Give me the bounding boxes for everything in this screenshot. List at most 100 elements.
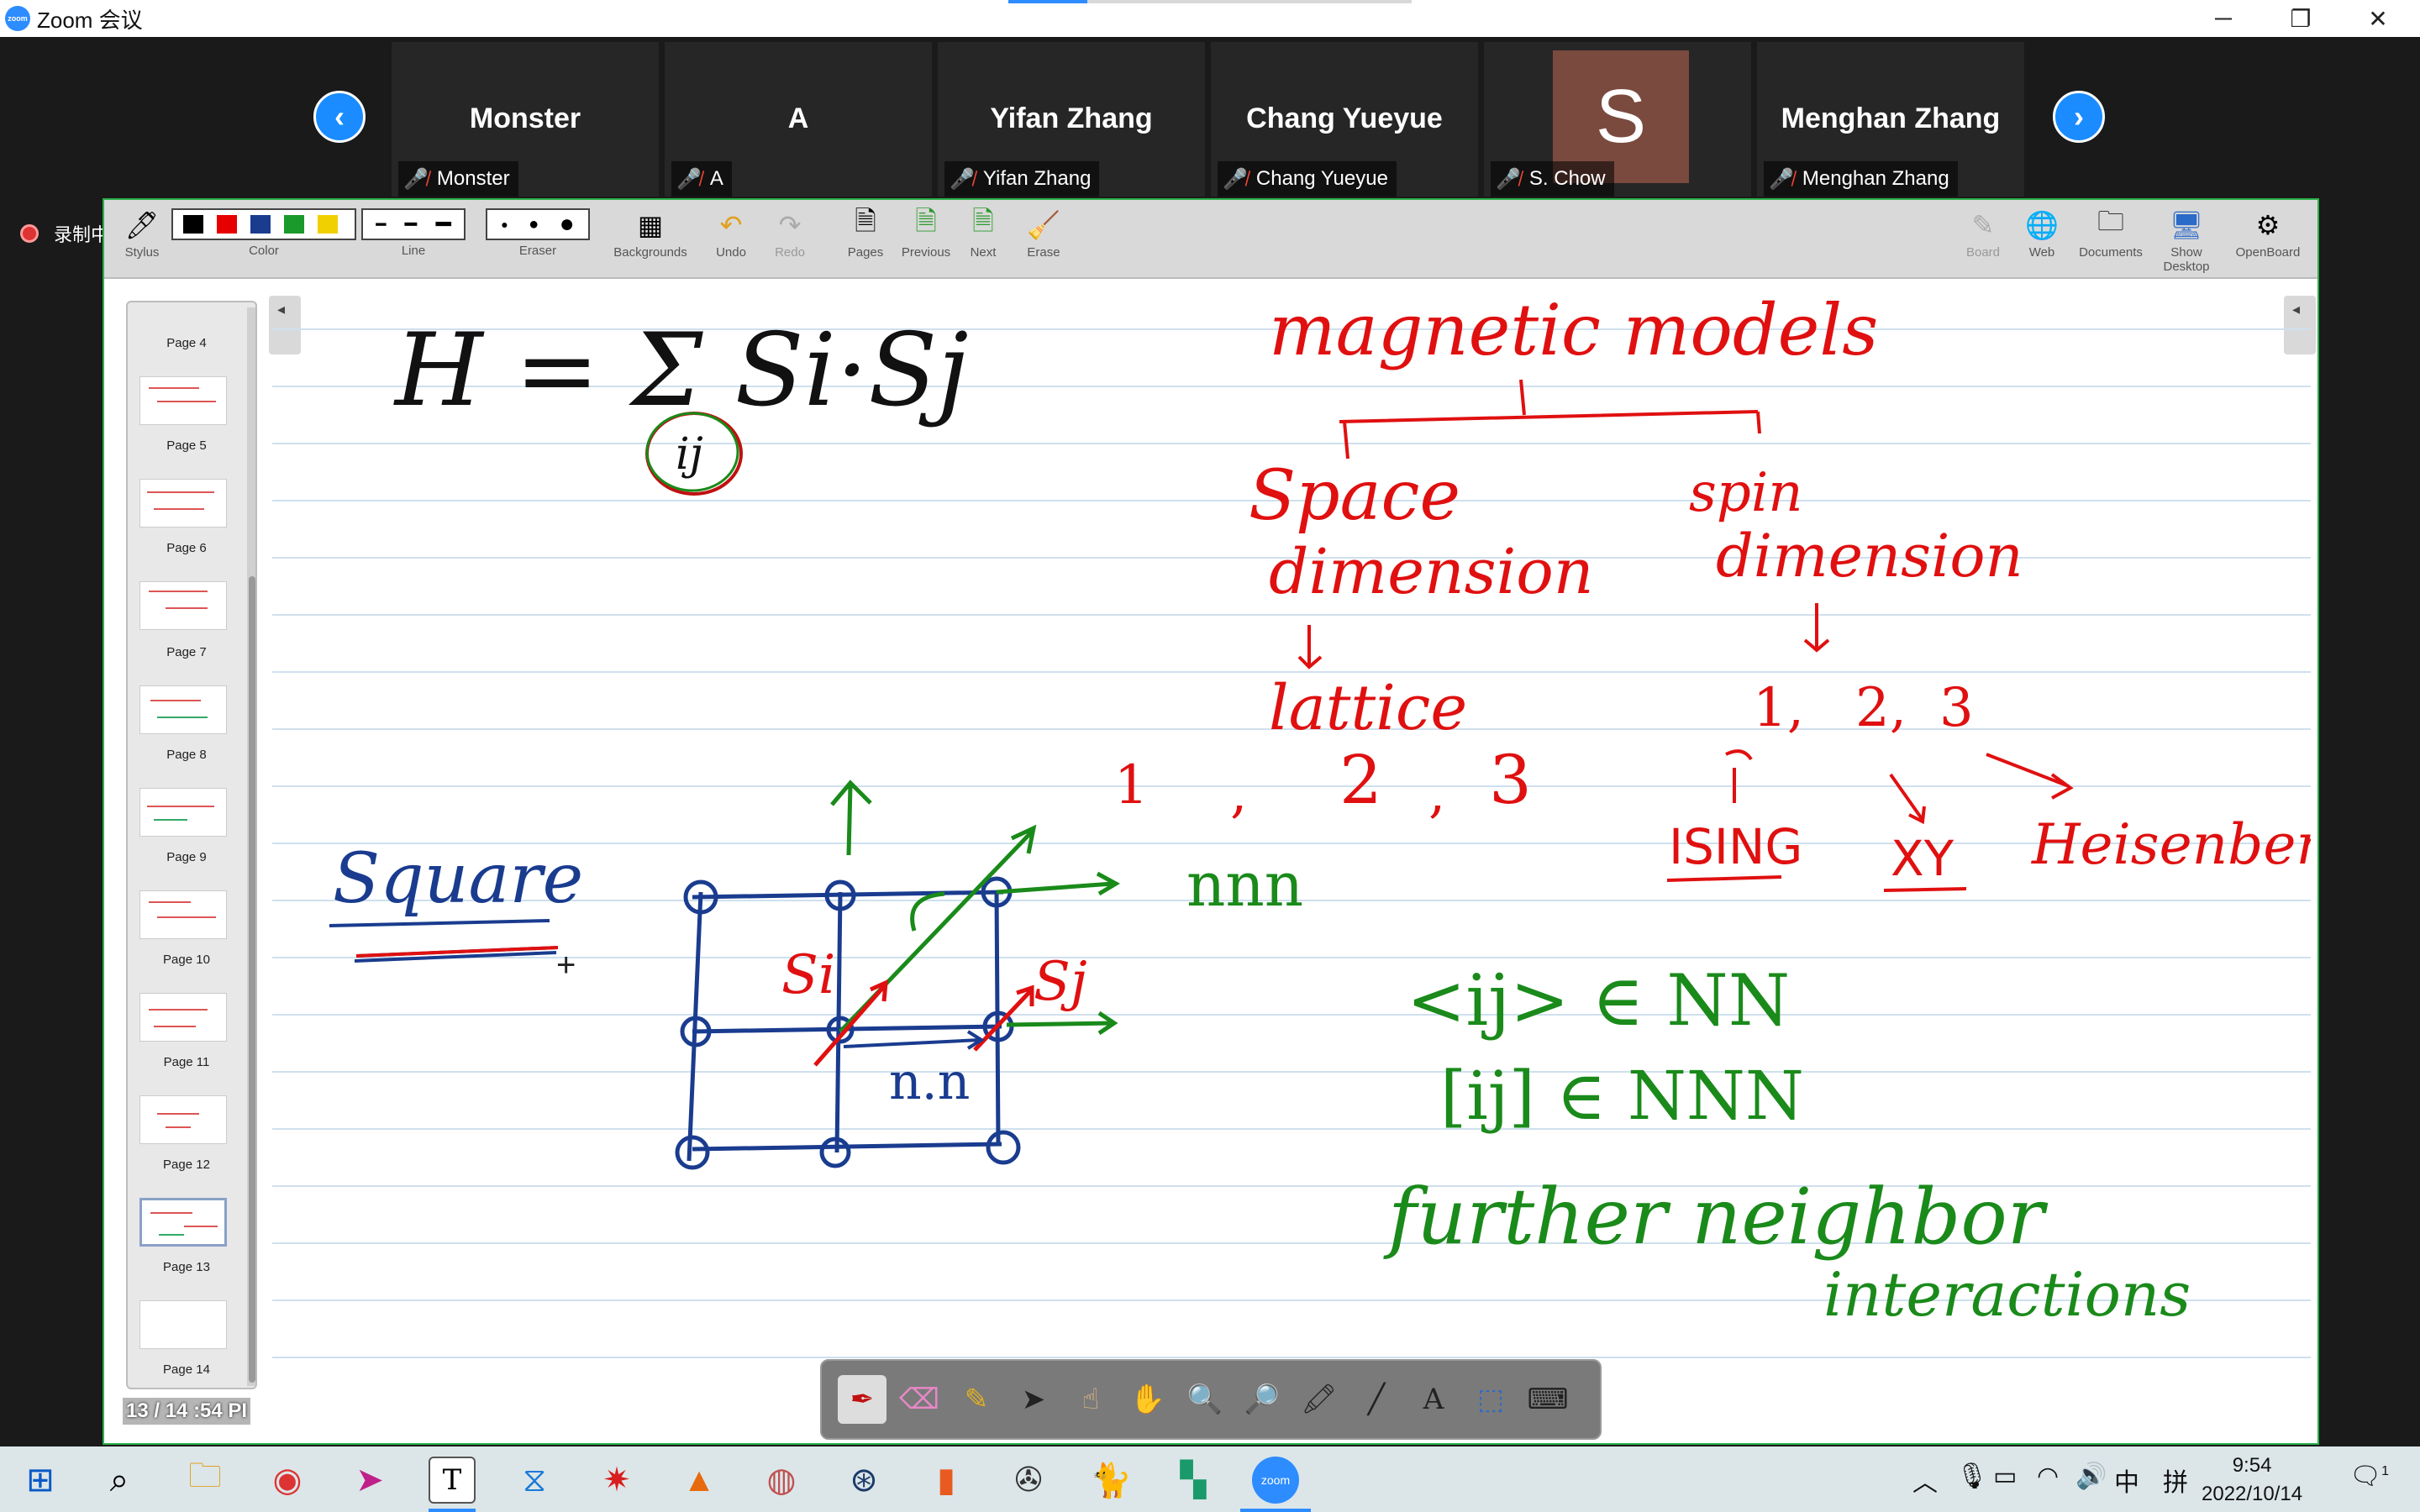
marker-tool[interactable]: ✎: [952, 1375, 1001, 1424]
app-send-button[interactable]: ➤: [346, 1457, 393, 1504]
zoom-taskbar-button[interactable]: zoom: [1252, 1457, 1299, 1504]
page-thumbnail[interactable]: [139, 1300, 227, 1349]
file-explorer-button[interactable]: 🗀: [182, 1457, 229, 1504]
color-swatch[interactable]: [282, 213, 306, 235]
participant-tile[interactable]: Yifan Zhang 🎤̸ Yifan Zhang: [938, 42, 1205, 197]
app-green-button[interactable]: ▚: [1170, 1457, 1217, 1504]
eraser-large-icon[interactable]: ●: [560, 210, 575, 239]
minimize-button[interactable]: ─: [2185, 0, 2262, 37]
line-thin-icon[interactable]: ━: [376, 214, 386, 235]
gallery-next-button[interactable]: ›: [2053, 91, 2105, 143]
typora-button[interactable]: T: [429, 1457, 476, 1504]
documents-button[interactable]: 🗀 Documents: [2075, 206, 2146, 260]
pen-tool[interactable]: ✒: [838, 1375, 886, 1424]
page-thumbnail[interactable]: [139, 1095, 227, 1144]
page-thumbnail[interactable]: [139, 788, 227, 837]
participant-tile[interactable]: Menghan Zhang 🎤̸ Menghan Zhang: [1757, 42, 2024, 197]
interact-tool[interactable]: ☝: [1066, 1375, 1115, 1424]
line-tool[interactable]: ╱: [1352, 1375, 1401, 1424]
window-titlebar: zoom Zoom 会议 ─ ❐ ✕: [0, 0, 2420, 37]
nnn-label: nnn: [1186, 849, 1303, 920]
eraser-small-icon[interactable]: ●: [501, 218, 508, 231]
laser-pointer-tool[interactable]: 🖍: [1295, 1375, 1344, 1424]
web-button[interactable]: 🌐 Web: [2017, 208, 2067, 260]
lattice-label: lattice: [1269, 672, 1467, 744]
color-swatch[interactable]: [316, 213, 339, 235]
nnn-set: [ij] ∈ NNN: [1440, 1057, 1804, 1135]
eraser-medium-icon[interactable]: ●: [529, 215, 539, 234]
app-wheel-button[interactable]: ✇: [1005, 1457, 1052, 1504]
notifications-button[interactable]: 🗨1: [2349, 1462, 2389, 1491]
previous-page-button[interactable]: 🗎 Previous: [899, 206, 953, 260]
eraser-tool[interactable]: ⌫: [895, 1375, 944, 1424]
hand-tool[interactable]: ✋: [1123, 1375, 1172, 1424]
chrome-button[interactable]: ◉: [264, 1457, 311, 1504]
restore-button[interactable]: ❐: [2262, 0, 2339, 37]
page-thumbnail[interactable]: [139, 890, 227, 939]
ime-pinyin[interactable]: 拼: [2163, 1462, 2188, 1499]
steam-button[interactable]: ⊛: [840, 1457, 887, 1504]
eraser-size-picker[interactable]: ● ● ● Eraser: [486, 208, 590, 258]
page-thumbnail[interactable]: [139, 376, 227, 425]
page-thumbnail[interactable]: [139, 993, 227, 1042]
line-width-picker[interactable]: ━ ━ ━ Line: [361, 208, 466, 258]
stylus-tool[interactable]: 🖊 Stylus: [113, 208, 171, 260]
undo-button[interactable]: ↶ Undo: [706, 208, 756, 260]
scrollbar-thumb[interactable]: [249, 576, 255, 1383]
recording-indicator[interactable]: 录制中: [20, 220, 109, 247]
openboard-menu-button[interactable]: ⚙ OpenBoard: [2230, 208, 2306, 260]
pages-button[interactable]: 🗎 Pages: [840, 206, 891, 260]
page-thumbnail[interactable]: [139, 581, 227, 630]
system-clock[interactable]: 9:54 2022/10/14: [2202, 1452, 2302, 1509]
whiteboard-page[interactable]: H = Σ Si·Sj ij magnetic models Space dim…: [272, 279, 2311, 1443]
line-medium-icon[interactable]: ━: [405, 213, 417, 237]
color-picker[interactable]: Color: [171, 208, 356, 258]
page-list-scrollbar[interactable]: [247, 307, 255, 1386]
capture-tool[interactable]: ⬚: [1466, 1375, 1515, 1424]
color-swatch[interactable]: [215, 213, 239, 235]
participant-tile[interactable]: Monster 🎤̸ Monster: [392, 42, 659, 197]
board-button[interactable]: ✎ Board: [1958, 208, 2008, 260]
zoom-out-tool[interactable]: 🔎: [1238, 1375, 1286, 1424]
wifi-icon[interactable]: ◠: [2037, 1462, 2059, 1491]
selector-tool[interactable]: ➤: [1009, 1375, 1058, 1424]
show-desktop-button[interactable]: 🖥 Show Desktop: [2146, 208, 2227, 274]
page-label: Page 14: [163, 1362, 210, 1377]
app-cat-button[interactable]: 🐈: [1087, 1457, 1134, 1504]
microphone-icon[interactable]: 🎙: [1956, 1462, 1988, 1491]
participant-tile[interactable]: Chang Yueyue 🎤̸ Chang Yueyue: [1211, 42, 1478, 197]
vscode-button[interactable]: ⧖: [511, 1457, 558, 1504]
search-button[interactable]: ⌕: [96, 1457, 143, 1504]
page-counter: 13 / 14 :54 PI: [123, 1398, 251, 1425]
page-thumbnail[interactable]: [139, 479, 227, 528]
redo-button[interactable]: ↷ Redo: [765, 208, 815, 260]
app-info-button[interactable]: ▮: [923, 1457, 970, 1504]
start-button[interactable]: ⊞: [17, 1457, 64, 1504]
zoom-in-tool[interactable]: 🔍: [1181, 1375, 1229, 1424]
chrome-icon: ◉: [272, 1462, 302, 1499]
matlab-button[interactable]: ▲: [676, 1457, 723, 1504]
page-thumbnail-list[interactable]: Page 4 Page 5 Page 6 Page 7 Page 8 Page …: [126, 301, 257, 1389]
volume-icon[interactable]: 🔊: [2075, 1462, 2107, 1491]
board-area[interactable]: Page 4 Page 5 Page 6 Page 7 Page 8 Page …: [104, 279, 2317, 1443]
color-swatch[interactable]: [249, 213, 272, 235]
ime-mode[interactable]: 中: [2114, 1462, 2139, 1499]
show-hidden-icons-button[interactable]: ︿: [1912, 1462, 1938, 1499]
gallery-prev-button[interactable]: ‹: [313, 91, 366, 143]
app-star-button[interactable]: ✷: [593, 1457, 640, 1504]
app-sketch-button[interactable]: ◍: [758, 1457, 805, 1504]
participant-tile[interactable]: S 🎤̸ S. Chow: [1484, 42, 1751, 197]
page-thumbnail-current[interactable]: [139, 1198, 227, 1247]
text-tool[interactable]: A: [1409, 1375, 1458, 1424]
line-thick-icon[interactable]: ━: [436, 210, 451, 239]
keyboard-tool[interactable]: ⌨: [1523, 1375, 1572, 1424]
erase-page-button[interactable]: 🧹 Erase: [1017, 208, 1071, 260]
page-thumbnail[interactable]: [139, 685, 227, 734]
participant-tile[interactable]: A 🎤̸ A: [665, 42, 932, 197]
battery-icon[interactable]: ▭: [1993, 1462, 2017, 1491]
next-page-button[interactable]: 🗎 Next: [958, 206, 1008, 260]
color-swatch[interactable]: [182, 213, 205, 235]
paper-plane-icon: ➤: [355, 1462, 384, 1499]
close-button[interactable]: ✕: [2339, 0, 2417, 37]
backgrounds-button[interactable]: ▦ Backgrounds: [608, 208, 692, 260]
